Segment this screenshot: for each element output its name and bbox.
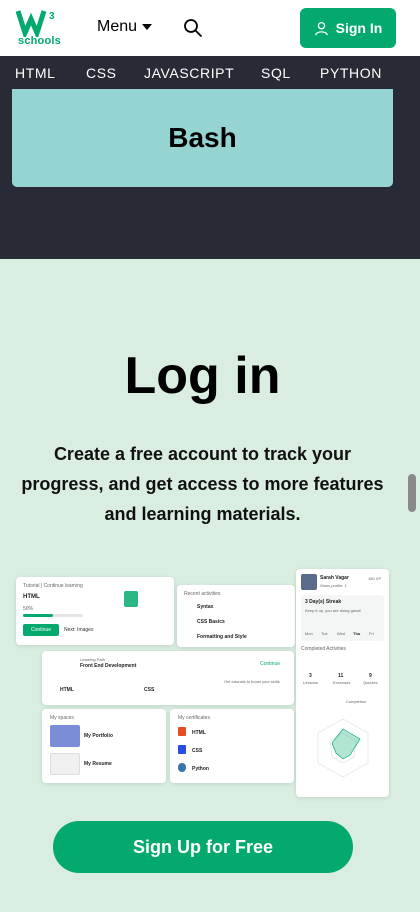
- menu-label: Menu: [97, 18, 138, 35]
- recent-activities-card: Recent activities Syntax CSS Basics Form…: [177, 585, 295, 647]
- stat-label: Quizzes: [363, 680, 378, 685]
- user-sub: Owns profile: 1: [320, 583, 347, 588]
- profile-card: Sarah Vagar Owns profile: 1 180 XP 3 Day…: [296, 569, 389, 797]
- learning-path-continue[interactable]: Continue: [260, 661, 280, 667]
- dashboard-preview: Tutorial | Continue learning HTML 50% Co…: [16, 569, 394, 799]
- learning-path-hint: Learning Path: [80, 657, 105, 662]
- tutorial-card: Tutorial | Continue learning HTML 50% Co…: [16, 577, 174, 645]
- progress-fill: [23, 614, 53, 617]
- learning-path-title: Front End Development: [80, 663, 137, 669]
- day-label: Fri: [369, 631, 374, 636]
- w3-logo-icon: 3: [15, 10, 55, 41]
- stat-value: 11: [338, 673, 344, 679]
- certs-title: My certificates: [178, 715, 210, 721]
- nav-item-html[interactable]: HTML: [15, 65, 56, 81]
- python-cert-icon: [178, 763, 186, 772]
- user-name: Sarah Vagar: [320, 575, 349, 581]
- nav-item-css[interactable]: CSS: [86, 65, 117, 81]
- learning-path-card: Learning Path Front End Development Cont…: [42, 651, 294, 705]
- day-label: Tue: [321, 631, 328, 636]
- space-name: My Portfolio: [84, 733, 113, 739]
- login-description: Create a free account to track your prog…: [21, 444, 384, 524]
- completed-title: Completed Activities: [301, 646, 347, 652]
- recent-item: Syntax: [197, 604, 214, 610]
- tutorial-hint: Tutorial | Continue learning: [23, 583, 83, 589]
- avatar: [301, 574, 317, 590]
- sign-up-free-button[interactable]: Sign Up for Free: [53, 821, 353, 873]
- html5-badge-icon: [124, 591, 138, 607]
- path-more: Get tutorials to boost your skills: [224, 679, 280, 684]
- streak-box: 3 Day(s) Streak Keep it up, you are doin…: [301, 595, 384, 641]
- tutorial-progress-text: 50%: [23, 606, 34, 612]
- sign-in-label: Sign In: [335, 20, 383, 36]
- recent-item: CSS Basics: [197, 619, 225, 625]
- nav-item-python[interactable]: PYTHON: [320, 65, 382, 81]
- day-label: Mon: [305, 631, 313, 636]
- html-cert-icon: [178, 727, 186, 736]
- cert-name: Python: [192, 766, 209, 772]
- recent-title: Recent activities: [184, 591, 221, 597]
- search-icon[interactable]: [183, 18, 203, 38]
- login-section: Log in Create a free account to track yo…: [0, 259, 420, 912]
- next-label: Next: Images: [64, 627, 94, 633]
- cert-name: CSS: [192, 748, 203, 754]
- w3schools-logo[interactable]: 3 schools: [15, 9, 61, 49]
- space-name: My Resume: [84, 761, 112, 767]
- svg-text:3: 3: [49, 11, 55, 22]
- topic-nav: HTML CSS JAVASCRIPT SQL PYTHON: [0, 56, 420, 89]
- day-label: Wed: [337, 631, 346, 636]
- stat-label: Lessons: [303, 680, 318, 685]
- hero-section: Bash: [0, 89, 420, 259]
- path-course: CSS: [144, 687, 155, 693]
- space-thumbnail: [50, 753, 80, 775]
- scrollbar-thumb[interactable]: [408, 474, 416, 512]
- cert-name: HTML: [192, 730, 206, 736]
- logo-text: schools: [18, 35, 61, 47]
- streak-title: 3 Day(s) Streak: [305, 599, 342, 605]
- bash-card[interactable]: Bash: [12, 89, 393, 187]
- progress-track: [23, 614, 83, 617]
- day-label: Thu: [353, 631, 361, 636]
- top-header: 3 schools Menu Sign In: [0, 0, 420, 56]
- completion-select[interactable]: Completion: [346, 699, 366, 704]
- space-thumbnail: [50, 725, 80, 747]
- nav-item-sql[interactable]: SQL: [261, 65, 291, 81]
- spaces-title: My spaces: [50, 715, 74, 721]
- tutorial-course: HTML: [23, 594, 40, 600]
- stat-value: 3: [309, 673, 312, 679]
- my-certificates-card: My certificates HTML CSS Python: [170, 709, 294, 783]
- caret-down-icon: [142, 24, 153, 30]
- stat-value: 9: [369, 673, 372, 679]
- streak-sub: Keep it up, you are doing great!: [305, 608, 361, 613]
- user-icon: [314, 21, 328, 35]
- my-spaces-card: My spaces My Portfolio My Resume: [42, 709, 166, 783]
- login-title: Log in: [124, 347, 281, 405]
- recent-item: Formatting and Style: [197, 634, 247, 640]
- stat-label: Exercises: [333, 680, 351, 685]
- xp-badge: 180 XP: [368, 576, 382, 581]
- sign-in-button[interactable]: Sign In: [300, 8, 396, 48]
- skills-radar-icon: [317, 718, 369, 778]
- menu-button[interactable]: Menu: [97, 18, 153, 36]
- nav-item-javascript[interactable]: JAVASCRIPT: [144, 65, 234, 81]
- continue-button[interactable]: Continue: [23, 624, 59, 636]
- path-course: HTML: [60, 687, 74, 693]
- css-cert-icon: [178, 745, 186, 754]
